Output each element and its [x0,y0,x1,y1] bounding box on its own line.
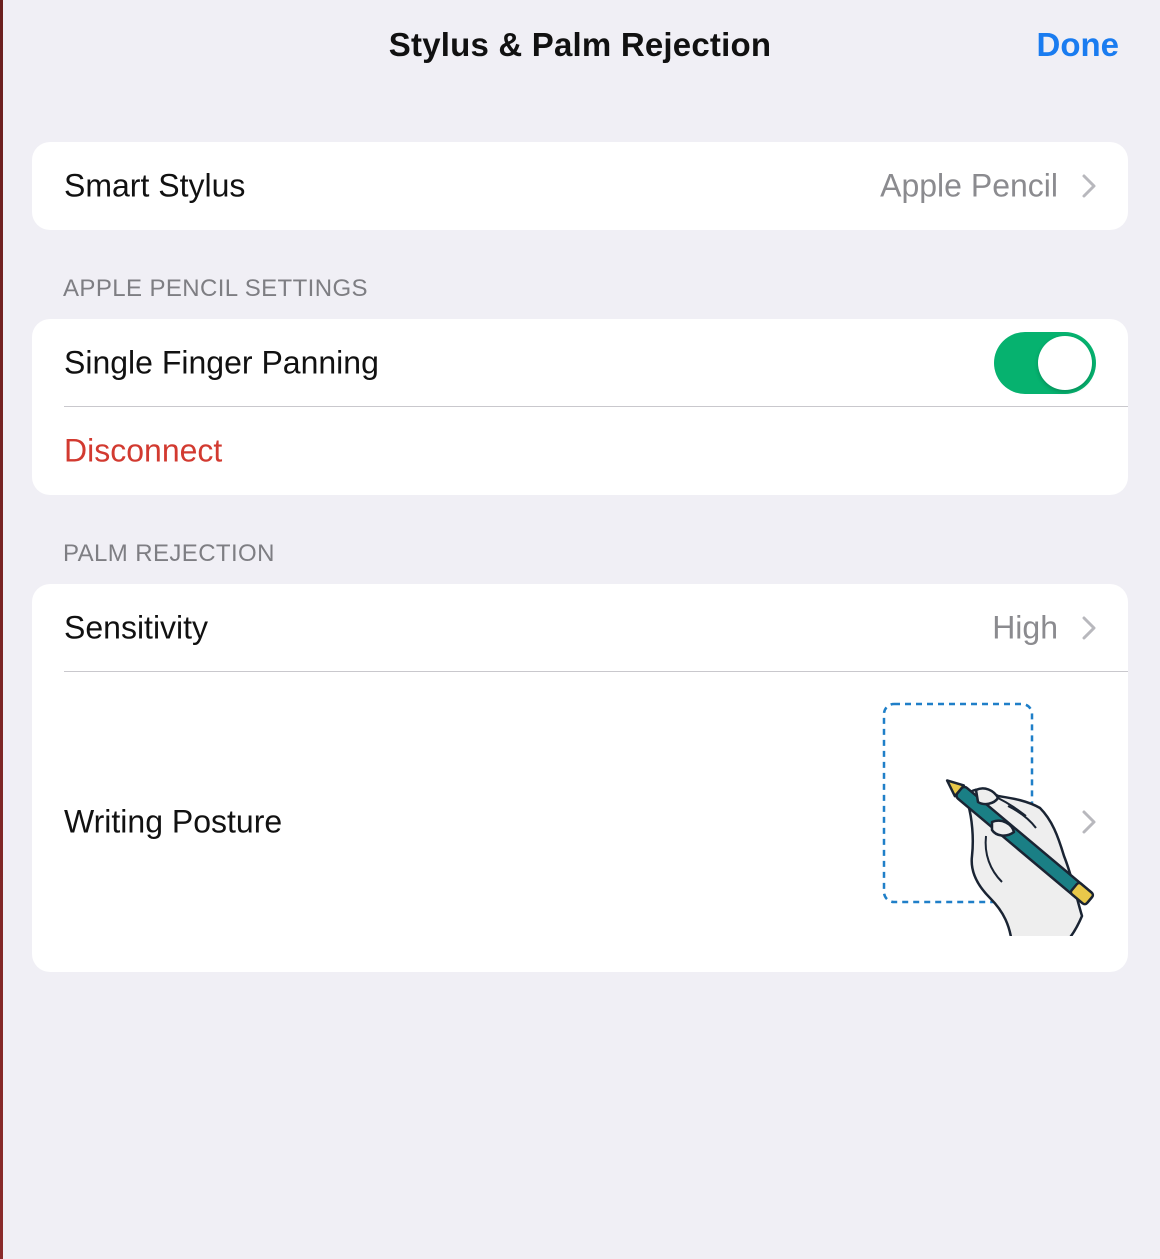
single-finger-panning-row: Single Finger Panning [32,319,1128,407]
navigation-bar: Stylus & Palm Rejection Done [0,0,1160,96]
palm-rejection-group: Sensitivity High Writing Posture [32,584,1128,972]
page-title: Stylus & Palm Rejection [388,26,772,63]
writing-posture-label: Writing Posture [64,803,283,840]
sensitivity-label: Sensitivity [64,609,209,646]
chevron-right-icon [1082,616,1096,640]
done-button[interactable]: Done [1037,26,1120,64]
apple-pencil-settings-header: APPLE PENCIL SETTINGS [63,275,368,302]
chevron-right-icon [1082,810,1096,834]
smart-stylus-row[interactable]: Smart Stylus Apple Pencil [32,142,1128,230]
window-edge [0,0,3,1259]
writing-posture-row[interactable]: Writing Posture [32,672,1128,972]
disconnect-button[interactable]: Disconnect [64,433,222,470]
palm-rejection-header: PALM REJECTION [63,540,275,567]
smart-stylus-group: Smart Stylus Apple Pencil [32,142,1128,230]
disconnect-row[interactable]: Disconnect [32,407,1128,495]
toggle-knob [1038,336,1092,390]
single-finger-panning-label: Single Finger Panning [64,344,379,381]
chevron-right-icon [1082,174,1096,198]
sensitivity-value: High [992,609,1058,646]
smart-stylus-value: Apple Pencil [880,167,1058,204]
writing-posture-illustration [882,702,1095,936]
sensitivity-row[interactable]: Sensitivity High [32,584,1128,672]
single-finger-panning-toggle[interactable] [994,332,1096,394]
smart-stylus-label: Smart Stylus [64,167,246,204]
apple-pencil-settings-group: Single Finger Panning Disconnect [32,319,1128,495]
